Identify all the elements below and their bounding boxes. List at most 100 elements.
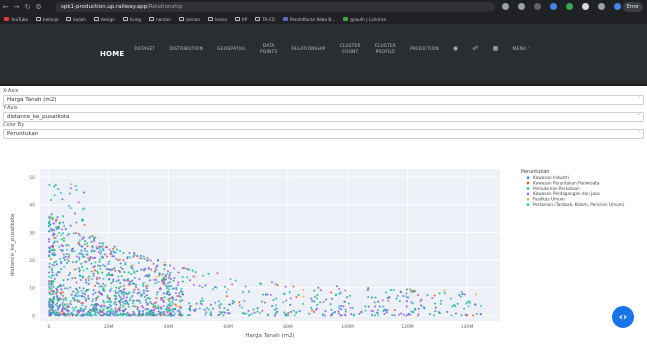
extension-icons	[502, 3, 621, 10]
data-point	[231, 299, 234, 302]
nav-prediction[interactable]: PREDICTION	[410, 47, 439, 53]
data-point	[51, 216, 54, 219]
data-point	[66, 306, 69, 309]
code-toggle-button[interactable]: ‹›	[612, 306, 634, 328]
data-point	[82, 218, 85, 222]
data-point	[144, 299, 147, 302]
data-point	[409, 288, 412, 291]
legend-entry[interactable]: Pertanian (Tambak, Kolam, Perairan Umum)	[533, 202, 625, 207]
legend-entry[interactable]: Kawasan Perdagangan dan Jasa	[533, 191, 600, 196]
extension-icon[interactable]	[550, 3, 557, 10]
data-point	[55, 260, 58, 263]
data-point	[340, 308, 343, 311]
data-point	[200, 303, 203, 306]
bookmark-folder[interactable]: sarnan	[178, 17, 200, 22]
data-point	[86, 245, 89, 248]
data-point	[102, 248, 105, 252]
extension-icon[interactable]	[534, 3, 541, 10]
bookmark-folder[interactable]: TA-CO	[255, 17, 275, 22]
site-info-icon[interactable]: ⚙	[33, 3, 44, 11]
legend-marker	[526, 192, 530, 196]
nav-home[interactable]: HOME	[100, 51, 124, 58]
bookmark-folder[interactable]: KP	[234, 17, 247, 22]
url-bar[interactable]: spk1-production.up.railway.app /Relation…	[55, 2, 495, 12]
avatar[interactable]	[614, 3, 621, 10]
y-tick-label: 0	[32, 313, 35, 319]
data-point	[79, 278, 82, 282]
nav-relationship[interactable]: RELATIONSHIP	[291, 47, 325, 53]
legend-entry[interactable]: Kawasan Peruntukan Pariwisata	[533, 180, 600, 185]
nav-cluster-count[interactable]: CLUSTER COUNT	[340, 44, 361, 56]
data-point	[143, 269, 146, 272]
extension-icon[interactable]	[566, 3, 573, 10]
legend-marker	[526, 187, 530, 190]
data-point	[55, 287, 58, 290]
data-point	[124, 263, 127, 266]
reload-icon[interactable]: ↻	[22, 3, 33, 11]
data-point	[142, 255, 145, 258]
forward-icon[interactable]: →	[11, 3, 22, 11]
x-tick-label: 20M	[104, 324, 114, 330]
data-point	[367, 305, 370, 308]
data-point	[211, 307, 215, 310]
data-point	[62, 232, 65, 235]
data-point	[61, 228, 64, 231]
nav-data-points[interactable]: DATA POINTS	[260, 44, 277, 56]
data-point	[161, 273, 164, 276]
folder-icon	[66, 17, 72, 21]
bookmark-folder[interactable]: nonton	[149, 17, 171, 22]
data-point	[55, 263, 58, 266]
download-icon[interactable]	[598, 3, 605, 10]
profile-error-badge[interactable]: Error	[623, 2, 643, 12]
bookmark-site[interactable]: Pendaftaran Kebe B...	[282, 17, 335, 22]
data-point	[451, 305, 454, 308]
data-point	[383, 312, 386, 316]
link-icon[interactable]: ☍	[472, 46, 478, 52]
bookmark-folder[interactable]: belanja	[36, 17, 58, 22]
nav-dataset[interactable]: DATASET	[134, 47, 155, 53]
zoom-icon[interactable]	[502, 3, 509, 10]
xaxis-select[interactable]: Harga Tanah (m2) ˅	[3, 95, 644, 105]
yaxis-select[interactable]: distance_ke_pusatkota ˅	[3, 112, 644, 122]
data-point	[134, 314, 137, 317]
data-point	[85, 253, 88, 256]
puzzle-icon[interactable]	[582, 3, 589, 10]
data-point	[178, 292, 181, 295]
data-point	[58, 257, 61, 260]
data-point	[67, 204, 71, 207]
bookmark-folder[interactable]: living	[122, 17, 141, 22]
github-icon[interactable]: ◉	[453, 46, 458, 52]
nav-distribution[interactable]: DISTRIBUTION	[169, 47, 203, 53]
data-point	[133, 276, 136, 279]
y-axis-title: distance_ke_pusatkota	[10, 214, 16, 276]
nav-menu-dropdown[interactable]: MENU ˅	[513, 47, 531, 53]
legend-entry[interactable]: Kawasan Industri	[533, 175, 569, 180]
color-by-select[interactable]: Peruntukan ˅	[3, 129, 644, 139]
nav-geospatial[interactable]: GEOSPATIAL	[217, 47, 246, 53]
data-point	[276, 284, 279, 287]
back-icon[interactable]: ←	[0, 3, 11, 11]
scatter-chart[interactable]: 0 20M 40M 60M 80M 100M 120M 140M 0 10 20 30 40 50 Ha…	[0, 160, 647, 344]
data-point	[122, 259, 125, 262]
data-point	[405, 305, 408, 308]
y-tick-label: 30	[29, 230, 35, 236]
bookmark-site[interactable]: @iaufn | Linktree	[343, 17, 386, 22]
bookmark-folder[interactable]: kuliah	[66, 17, 86, 22]
nav-cluster-profile[interactable]: CLUSTER PROFILE	[375, 44, 396, 56]
url-host: spk1-production.up.railway.app	[61, 4, 148, 10]
data-point	[377, 300, 380, 303]
data-point	[315, 307, 318, 310]
data-point	[128, 299, 131, 302]
star-icon[interactable]	[518, 3, 525, 10]
grid-icon[interactable]: ▦	[493, 46, 499, 52]
bookmark-folder[interactable]: design	[93, 17, 115, 22]
data-point	[176, 283, 179, 287]
data-point	[119, 289, 123, 292]
data-point	[344, 308, 347, 311]
bookmark-youtube[interactable]: YouTube	[4, 17, 28, 22]
data-point	[92, 265, 95, 269]
bookmark-folder[interactable]: kreno	[208, 17, 227, 22]
data-point	[51, 293, 54, 296]
legend-entry[interactable]: Fasilitas Umum	[533, 197, 565, 202]
legend-entry[interactable]: Pemukiman Perkotaan	[533, 186, 580, 191]
